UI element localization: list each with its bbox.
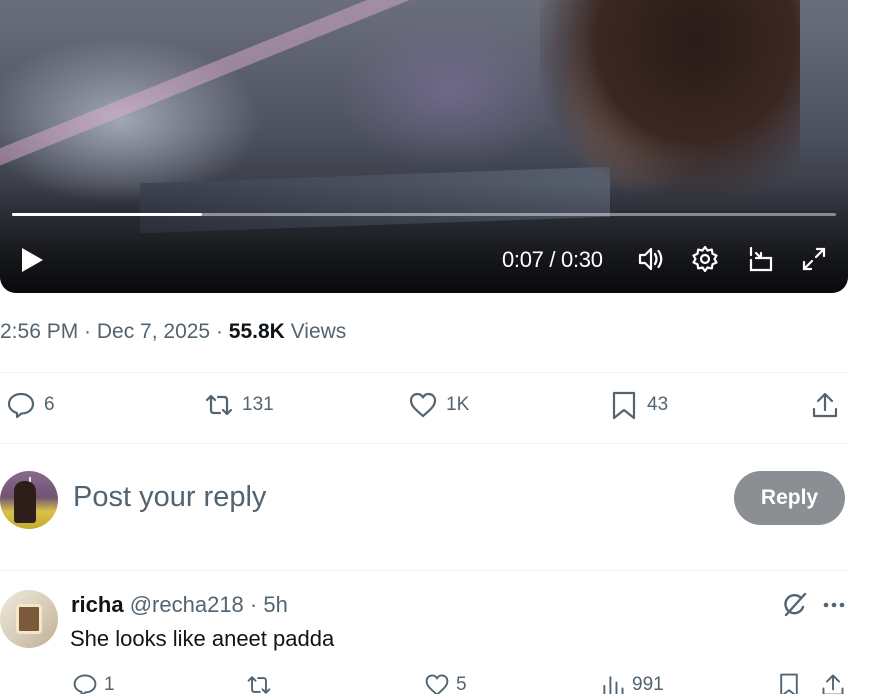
bookmark-count: 43 <box>647 394 669 415</box>
volume-button[interactable] <box>634 242 668 276</box>
comment-views-count: 991 <box>632 674 664 694</box>
reply-action[interactable]: 6 <box>6 390 55 420</box>
fullscreen-button[interactable] <box>797 242 831 276</box>
avatar-figure <box>16 604 42 634</box>
more-icon <box>823 602 845 608</box>
play-button[interactable] <box>14 242 50 278</box>
volume-icon <box>638 247 663 271</box>
post-meta: 2:56 PM · Dec 7, 2025 · 55.8K Views <box>0 320 346 344</box>
comment-time[interactable]: 5h <box>263 592 287 617</box>
post-timestamp[interactable]: 2:56 PM · Dec 7, 2025 · <box>0 320 229 343</box>
comment-like-count: 5 <box>456 674 467 694</box>
commenter-avatar[interactable] <box>0 590 58 648</box>
fullscreen-icon <box>802 247 826 271</box>
picture-in-picture-button[interactable] <box>743 242 777 276</box>
commenter-name[interactable]: richa <box>71 592 124 617</box>
reply-input[interactable]: Post your reply <box>73 481 266 514</box>
repost-action[interactable]: 131 <box>204 390 274 420</box>
comment-actions-bar: 1 5 991 <box>0 672 874 694</box>
settings-button[interactable] <box>688 242 722 276</box>
pip-icon <box>749 246 773 272</box>
reply-count: 6 <box>44 394 55 415</box>
video-progress-bar[interactable] <box>12 213 836 216</box>
separator: · <box>243 592 264 617</box>
share-icon <box>812 392 838 418</box>
comment-views-action[interactable]: 991 <box>600 672 664 694</box>
reply-button[interactable]: Reply <box>734 471 845 525</box>
avatar-figure <box>14 481 36 523</box>
comment-share-action[interactable] <box>820 672 846 694</box>
video-controls-shade <box>0 183 848 293</box>
bookmark-icon <box>612 391 636 420</box>
grok-button[interactable] <box>779 590 809 620</box>
share-action[interactable] <box>810 390 840 420</box>
settings-icon <box>692 245 718 273</box>
like-count: 1K <box>446 394 470 415</box>
video-frame-light <box>0 0 465 173</box>
repost-icon <box>247 676 271 694</box>
comment-reply-count: 1 <box>104 674 115 694</box>
comment-repost-action[interactable] <box>246 672 278 694</box>
heart-icon <box>409 392 437 418</box>
comment-like-action[interactable]: 5 <box>424 672 467 694</box>
repost-icon <box>205 394 233 416</box>
more-options-button[interactable] <box>821 590 847 620</box>
grok-icon <box>784 592 807 617</box>
divider <box>0 443 848 444</box>
commenter-handle[interactable]: @recha218 <box>130 592 244 617</box>
reply-icon <box>73 674 97 694</box>
bookmark-icon <box>780 673 798 694</box>
divider <box>0 570 848 571</box>
current-user-avatar[interactable] <box>0 471 58 529</box>
post-actions-bar: 6 131 1K 43 <box>0 390 848 428</box>
reply-icon <box>7 392 35 419</box>
video-progress-fill <box>12 213 202 216</box>
like-action[interactable]: 1K <box>408 390 469 420</box>
play-icon <box>22 248 43 272</box>
video-frame-person <box>540 0 800 200</box>
video-player[interactable]: 0:07 / 0:30 <box>0 0 848 293</box>
comment-text: She looks like aneet padda <box>70 626 335 651</box>
views-count: 55.8K <box>228 320 285 343</box>
video-time: 0:07 / 0:30 <box>502 247 603 272</box>
bookmark-action[interactable]: 43 <box>609 390 668 420</box>
divider <box>0 372 848 373</box>
views-label: Views <box>284 320 347 343</box>
heart-icon <box>425 674 449 694</box>
comment-reply-action[interactable]: 1 <box>72 672 115 694</box>
comment-bookmark-action[interactable] <box>776 672 802 694</box>
comment-header: richa @recha218 · 5h <box>71 592 288 618</box>
repost-count: 131 <box>242 394 274 415</box>
share-icon <box>822 674 844 694</box>
analytics-icon <box>603 676 624 694</box>
